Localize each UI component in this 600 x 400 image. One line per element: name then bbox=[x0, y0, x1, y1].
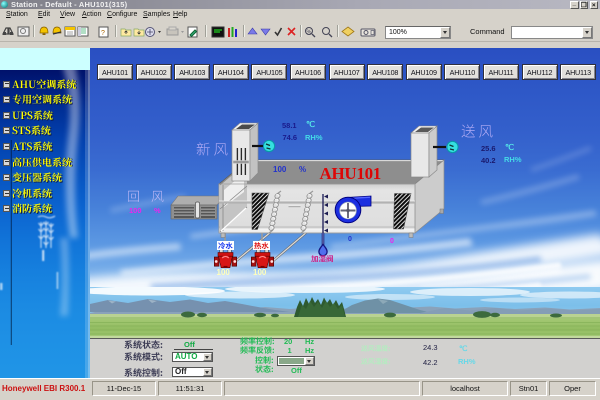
svg-text:?: ? bbox=[101, 30, 105, 37]
svg-text:%: % bbox=[307, 30, 312, 36]
